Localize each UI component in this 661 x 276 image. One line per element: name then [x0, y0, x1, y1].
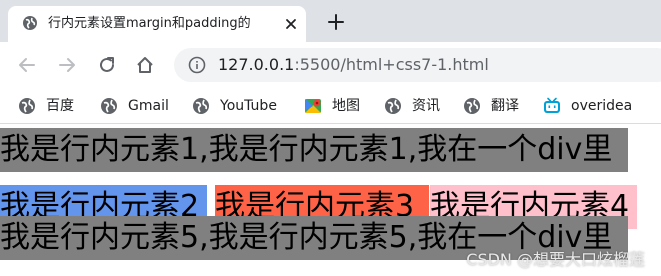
inline-elements-row: 我是行内元素2 我是行内元素3 我是行内元素4 — [0, 172, 637, 229]
bookmark-label: Gmail — [128, 98, 169, 114]
bookmarks-bar: 百度 Gmail YouTube 地图 资讯 翻译 overidea — [0, 88, 661, 124]
site-info-icon[interactable] — [188, 56, 206, 74]
bookmark-label: 翻译 — [491, 98, 519, 114]
globe-icon — [464, 98, 480, 114]
url-host: 127.0.0.1 — [218, 55, 295, 74]
globe-icon — [101, 98, 117, 114]
bookmark-label: 资讯 — [412, 98, 440, 114]
tab-title: 行内元素设置margin和padding的 — [48, 16, 251, 31]
csdn-watermark: CSDN @想要大口炫榴莲 — [466, 250, 645, 269]
address-bar[interactable]: 127.0.0.1:5500/html+css7-1.html — [174, 48, 661, 82]
globe-icon — [19, 98, 35, 114]
inline-gap — [207, 172, 215, 216]
globe-icon — [193, 98, 209, 114]
browser-toolbar: 127.0.0.1:5500/html+css7-1.html — [0, 42, 661, 88]
reload-icon[interactable] — [96, 54, 118, 76]
div-text-line-1: 我是行内元素1,我是行内元素1,我在一个div里 — [0, 128, 628, 172]
active-tab[interactable]: 行内元素设置margin和padding的 — [8, 6, 306, 42]
bilibili-tv-icon — [544, 97, 560, 113]
globe-icon — [385, 98, 401, 114]
globe-icon — [23, 16, 37, 30]
forward-arrow-icon[interactable] — [56, 54, 78, 76]
home-icon[interactable] — [134, 54, 156, 76]
close-icon[interactable] — [283, 16, 299, 32]
bookmark-label: YouTube — [220, 98, 277, 114]
page-content: 我是行内元素1,我是行内元素1,我在一个div里 我是行内元素2 我是行内元素3 我… — [0, 124, 661, 276]
back-arrow-icon[interactable] — [16, 54, 38, 76]
bookmark-label: 百度 — [46, 98, 74, 114]
bookmark-label: 地图 — [332, 98, 360, 114]
tab-strip: 行内元素设置margin和padding的 — [0, 0, 661, 42]
bookmark-label: overidea — [571, 98, 633, 114]
new-tab-plus-icon[interactable] — [326, 12, 346, 32]
url-path: :5500/html+css7-1.html — [294, 55, 489, 74]
url-text[interactable]: 127.0.0.1:5500/html+css7-1.html — [218, 54, 489, 76]
maps-icon — [305, 99, 321, 113]
